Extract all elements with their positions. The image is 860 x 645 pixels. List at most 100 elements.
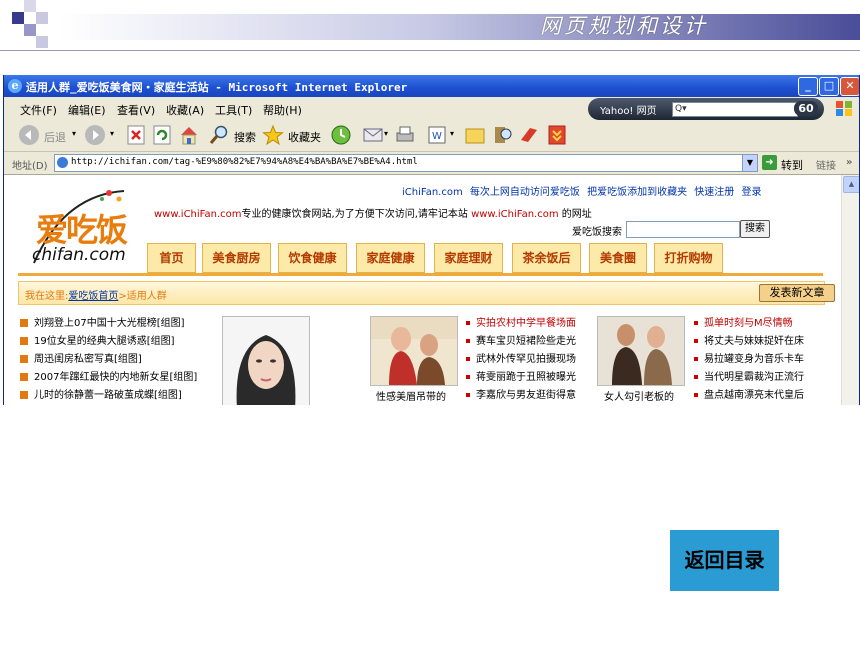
print-icon[interactable] <box>394 124 416 146</box>
fashion-photo[interactable] <box>597 316 685 386</box>
tool-bar: 后退 ▾ ▾ 搜索 收藏夹 ▾ W ▾ <box>4 120 859 152</box>
go-arrow-icon[interactable]: ➜ <box>762 155 777 170</box>
yahoo-search-input[interactable]: Q▾ <box>672 102 798 117</box>
nav-shopping[interactable]: 打折购物 <box>654 243 723 273</box>
list-item[interactable]: 周迅闺房私密写真[组图] <box>20 351 197 369</box>
menu-help[interactable]: 帮助(H) <box>263 102 302 118</box>
back-label[interactable]: 后退 <box>44 129 66 145</box>
web-page-content: 爱吃饭 chifan.com iChiFan.com 每次上网自动访问爱吃饭 把… <box>4 175 840 405</box>
header-rule <box>0 50 860 51</box>
post-article-button[interactable]: 发表新文章 <box>759 284 835 302</box>
welcome-site-link-2[interactable]: www.iChiFan.com <box>471 209 559 220</box>
top-link-login[interactable]: 登录 <box>741 187 761 198</box>
portrait-photo[interactable] <box>222 316 310 405</box>
back-dropdown-icon[interactable]: ▾ <box>72 129 76 138</box>
menu-file[interactable]: 文件(F) <box>20 102 57 118</box>
list-item[interactable]: 儿时的徐静蕾一路破茧成蝶[组图] <box>20 387 197 405</box>
photo-caption-2[interactable]: 女人勾引老板的 <box>604 388 674 403</box>
toolbar-overflow-icon[interactable]: » <box>846 157 852 168</box>
address-dropdown-icon[interactable]: ▼ <box>742 154 758 172</box>
home-icon[interactable] <box>178 124 200 146</box>
list-item[interactable]: 易拉罐变身为音乐卡车 <box>694 351 804 369</box>
list-item[interactable]: 19位女星的经典大腿诱惑[组图] <box>20 333 197 351</box>
logo-domain[interactable]: chifan.com <box>32 245 126 265</box>
favorites-star-icon[interactable] <box>262 124 284 146</box>
list-item[interactable]: 赛车宝贝短裙险些走光 <box>466 333 576 351</box>
address-input[interactable]: http://ichifan.com/tag-%E9%80%82%E7%94%A… <box>54 154 746 172</box>
list-item[interactable]: 2007年蹿红最快的内地新女星[组图] <box>20 369 197 387</box>
breadcrumb-prefix: 我在这里: <box>25 291 69 302</box>
scroll-up-icon[interactable]: ▲ <box>843 176 859 193</box>
maximize-button[interactable]: □ <box>819 77 839 96</box>
slide-title: 网页规划和设计 <box>540 14 708 38</box>
welcome-site-link[interactable]: www.iChiFan.com <box>154 209 242 220</box>
breadcrumb-current: >适用人群 <box>118 291 167 302</box>
decor-square <box>36 12 48 24</box>
decor-square <box>24 24 36 36</box>
vertical-scrollbar[interactable]: ▲ <box>841 175 859 405</box>
edit-icon[interactable]: W <box>426 124 448 146</box>
nav-finance[interactable]: 家庭理财 <box>434 243 503 273</box>
couple-photo[interactable] <box>370 316 458 386</box>
bullet-icon <box>694 321 698 325</box>
menu-edit[interactable]: 编辑(E) <box>68 102 106 118</box>
download-icon[interactable] <box>546 124 568 146</box>
nav-food-circle[interactable]: 美食圈 <box>589 243 647 273</box>
list-item[interactable]: 蒋雯丽跪于丑照被曝光 <box>466 369 576 387</box>
list-item[interactable]: 孤单时刻与M尽情畅 <box>694 315 804 333</box>
folder-icon[interactable] <box>464 124 486 146</box>
return-to-contents-button[interactable]: 返回目录 <box>670 530 779 591</box>
site-search-button[interactable]: 搜索 <box>740 220 770 238</box>
top-link-site[interactable]: iChiFan.com <box>402 187 463 198</box>
research-icon[interactable] <box>492 124 514 146</box>
list-item[interactable]: 刘翔登上07中国十大光棍榜[组图] <box>20 315 197 333</box>
search-icon[interactable] <box>208 124 230 146</box>
menu-tools[interactable]: 工具(T) <box>215 102 252 118</box>
links-button[interactable]: 链接 <box>816 157 836 172</box>
news-list-1: 刘翔登上07中国十大光棍榜[组图] 19位女星的经典大腿诱惑[组图] 周迅闺房私… <box>20 315 197 405</box>
favorites-label[interactable]: 收藏夹 <box>288 129 321 145</box>
mail-dropdown-icon[interactable]: ▾ <box>384 129 388 138</box>
welcome-text: 专业的健康饮食网站,为了方便下次访问,请牢记本站 <box>241 209 468 220</box>
windows-logo-icon <box>836 101 852 116</box>
site-search-input[interactable] <box>626 221 740 238</box>
bullet-icon <box>466 357 470 361</box>
history-icon[interactable] <box>330 124 352 146</box>
list-item[interactable]: 盘点越南漂亮末代皇后 <box>694 387 804 405</box>
breadcrumb-home[interactable]: 爱吃饭首页 <box>68 291 118 302</box>
nav-leisure[interactable]: 茶余饭后 <box>512 243 581 273</box>
yahoo-brand[interactable]: Yahoo! 网页 <box>600 102 657 117</box>
back-icon[interactable] <box>18 124 40 146</box>
list-item[interactable]: 武林外传罕见拍摄现场 <box>466 351 576 369</box>
ie-icon: e <box>8 79 22 93</box>
nav-kitchen[interactable]: 美食厨房 <box>202 243 271 273</box>
forward-dropdown-icon[interactable]: ▾ <box>110 129 114 138</box>
top-link-register[interactable]: 快速注册 <box>694 187 734 198</box>
list-item[interactable]: 实拍农村中学早餐场面 <box>466 315 576 333</box>
search-label[interactable]: 搜索 <box>234 129 256 145</box>
menu-view[interactable]: 查看(V) <box>117 102 155 118</box>
refresh-icon[interactable] <box>152 124 172 146</box>
nav-family-health[interactable]: 家庭健康 <box>356 243 425 273</box>
edit-dropdown-icon[interactable]: ▾ <box>450 129 454 138</box>
top-link-homepage[interactable]: 每次上网自动访问爱吃饭 <box>470 187 580 198</box>
svg-text:W: W <box>432 131 442 142</box>
top-link-bookmark[interactable]: 把爱吃饭添加到收藏夹 <box>587 187 687 198</box>
list-item[interactable]: 当代明星霸裁沟正流行 <box>694 369 804 387</box>
stop-icon[interactable] <box>126 124 146 146</box>
menu-favorites[interactable]: 收藏(A) <box>166 102 204 118</box>
welcome-line: www.iChiFan.com专业的健康饮食网站,为了方便下次访问,请牢记本站 … <box>154 205 592 220</box>
forward-icon[interactable] <box>84 124 106 146</box>
photo-caption-1[interactable]: 性感美眉吊带的 <box>376 388 446 403</box>
list-item[interactable]: 将丈夫与妹妹捉奸在床 <box>694 333 804 351</box>
yahoo-go-button[interactable]: 60 <box>794 101 818 116</box>
mail-icon[interactable] <box>362 124 384 146</box>
messenger-icon[interactable] <box>518 124 540 146</box>
go-button[interactable]: 转到 <box>781 157 803 173</box>
nav-diet-health[interactable]: 饮食健康 <box>278 243 347 273</box>
nav-home[interactable]: 首页 <box>147 243 196 273</box>
breadcrumb-text: 我在这里:爱吃饭首页>适用人群 <box>25 287 167 302</box>
minimize-button[interactable]: _ <box>798 77 818 96</box>
list-item[interactable]: 李嘉欣与男友逛街得意 <box>466 387 576 405</box>
close-button[interactable]: ✕ <box>840 77 859 96</box>
